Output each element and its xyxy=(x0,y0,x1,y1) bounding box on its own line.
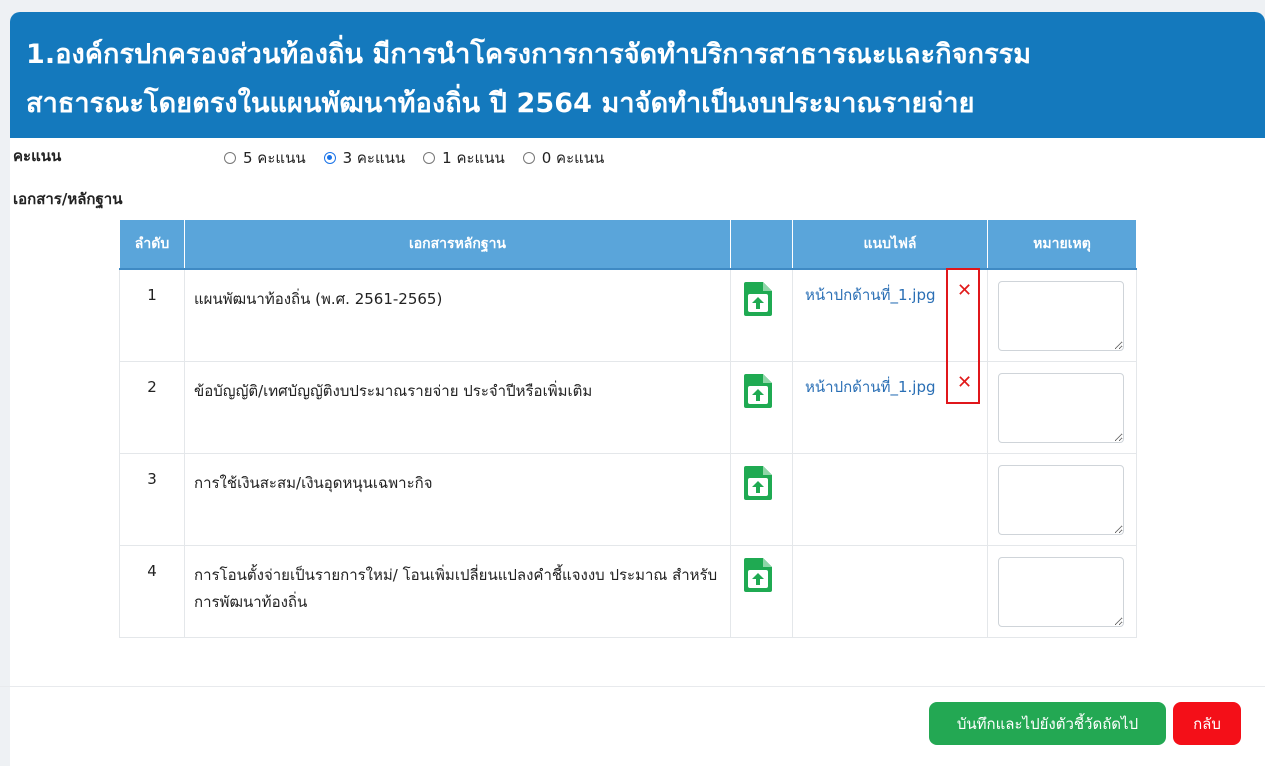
score-option-label: 3 คะแนน xyxy=(342,149,406,167)
row-number-cell: 1 xyxy=(119,268,185,362)
row-number: 3 xyxy=(147,469,157,488)
score-option-label: 1 คะแนน xyxy=(442,149,505,167)
save-and-next-button[interactable]: บันทึกและไปยังตัวชี้วัดถัดไป xyxy=(929,702,1166,745)
upload-cell xyxy=(730,544,793,638)
document-cell: การใช้เงินสะสม/เงินอุดหนุนเฉพาะกิจ xyxy=(184,452,731,546)
file-cell: หน้าปกด้านที่_1.jpg ✕ xyxy=(792,360,988,454)
file-upload-icon[interactable] xyxy=(743,373,773,409)
upload-cell xyxy=(730,452,793,546)
documents-table: ลำดับ เอกสารหลักฐาน แนบไฟล์ หมายเหตุ 1 แ… xyxy=(119,219,1137,638)
file-upload-icon[interactable] xyxy=(743,465,773,501)
table-row: 4 การโอนตั้งจ่ายเป็นรายการใหม่/ โอนเพิ่ม… xyxy=(119,544,1137,638)
close-icon[interactable]: ✕ xyxy=(957,372,972,393)
document-name: แผนพัฒนาท้องถิ่น (พ.ศ. 2561-2565) xyxy=(194,290,443,308)
table-row: 2 ข้อบัญญัติ/เทศบัญญัติงบประมาณรายจ่าย ป… xyxy=(119,360,1137,454)
col-header-no: ลำดับ xyxy=(119,219,185,270)
score-radio-0[interactable] xyxy=(522,152,535,164)
file-upload-icon[interactable] xyxy=(743,557,773,593)
note-textarea[interactable] xyxy=(998,464,1124,535)
col-header-upload xyxy=(730,219,793,270)
score-option-0[interactable]: 0 คะแนน xyxy=(522,146,605,170)
document-cell: ข้อบัญญัติ/เทศบัญญัติงบประมาณรายจ่าย ประ… xyxy=(184,360,731,454)
table-row: 3 การใช้เงินสะสม/เงินอุดหนุนเฉพาะกิจ xyxy=(119,452,1137,546)
note-textarea[interactable] xyxy=(998,281,1124,351)
score-label: คะแนน xyxy=(13,147,62,165)
row-number: 1 xyxy=(147,286,157,304)
title-line-2: สาธารณะโดยตรงในแผนพัฒนาท้องถิ่น ปี 2564 … xyxy=(26,88,975,119)
table-header-row: ลำดับ เอกสารหลักฐาน แนบไฟล์ หมายเหตุ xyxy=(119,219,1137,270)
score-radio-1[interactable] xyxy=(423,152,436,164)
score-option-3[interactable]: 3 คะแนน xyxy=(323,146,406,170)
note-textarea[interactable] xyxy=(998,556,1124,627)
col-header-note: หมายเหตุ xyxy=(987,219,1137,270)
score-option-5[interactable]: 5 คะแนน xyxy=(224,146,306,170)
upload-cell xyxy=(730,360,793,454)
document-cell: การโอนตั้งจ่ายเป็นรายการใหม่/ โอนเพิ่มเป… xyxy=(184,544,731,638)
score-radio-group: 5 คะแนน 3 คะแนน 1 คะแนน 0 คะแนน xyxy=(224,146,622,170)
note-cell xyxy=(987,452,1137,546)
documents-label: เอกสาร/หลักฐาน xyxy=(13,190,123,208)
document-name: การใช้เงินสะสม/เงินอุดหนุนเฉพาะกิจ xyxy=(194,473,433,492)
row-number-cell: 3 xyxy=(119,452,185,546)
close-icon[interactable]: ✕ xyxy=(957,280,972,301)
upload-cell xyxy=(730,268,793,362)
score-radio-5[interactable] xyxy=(224,152,236,164)
page-title: 1.องค์กรปกครองส่วนท้องถิ่น มีการนำโครงกา… xyxy=(26,30,1249,128)
score-radio-3[interactable] xyxy=(323,152,336,164)
table-row: 1 แผนพัฒนาท้องถิ่น (พ.ศ. 2561-2565) หน้า… xyxy=(119,268,1137,362)
row-number: 2 xyxy=(147,377,157,396)
card-header: 1.องค์กรปกครองส่วนท้องถิ่น มีการนำโครงกา… xyxy=(10,12,1265,138)
file-cell xyxy=(792,544,988,638)
document-name: ข้อบัญญัติ/เทศบัญญัติงบประมาณรายจ่าย ประ… xyxy=(194,381,593,400)
row-number-cell: 2 xyxy=(119,360,185,454)
row-number: 4 xyxy=(147,561,157,580)
note-cell xyxy=(987,360,1137,454)
file-cell xyxy=(792,452,988,546)
score-option-label: 0 คะแนน xyxy=(541,149,605,167)
file-upload-icon[interactable] xyxy=(743,281,773,317)
row-number-cell: 4 xyxy=(119,544,185,638)
footer-divider xyxy=(0,686,1265,687)
note-cell xyxy=(987,268,1137,362)
score-option-label: 5 คะแนน xyxy=(243,149,306,167)
attached-file-link[interactable]: หน้าปกด้านที่_1.jpg xyxy=(805,283,936,307)
document-cell: แผนพัฒนาท้องถิ่น (พ.ศ. 2561-2565) xyxy=(184,268,731,362)
attached-file-link[interactable]: หน้าปกด้านที่_1.jpg xyxy=(805,375,936,399)
score-option-1[interactable]: 1 คะแนน xyxy=(423,146,505,170)
note-cell xyxy=(987,544,1137,638)
note-textarea[interactable] xyxy=(998,372,1124,443)
col-header-file: แนบไฟล์ xyxy=(792,219,988,270)
back-button[interactable]: กลับ xyxy=(1173,702,1241,745)
document-name: การโอนตั้งจ่ายเป็นรายการใหม่/ โอนเพิ่มเป… xyxy=(194,565,718,611)
col-header-document: เอกสารหลักฐาน xyxy=(184,219,731,270)
file-cell: หน้าปกด้านที่_1.jpg ✕ xyxy=(792,268,988,362)
title-line-1: 1.องค์กรปกครองส่วนท้องถิ่น มีการนำโครงกา… xyxy=(26,39,1032,70)
